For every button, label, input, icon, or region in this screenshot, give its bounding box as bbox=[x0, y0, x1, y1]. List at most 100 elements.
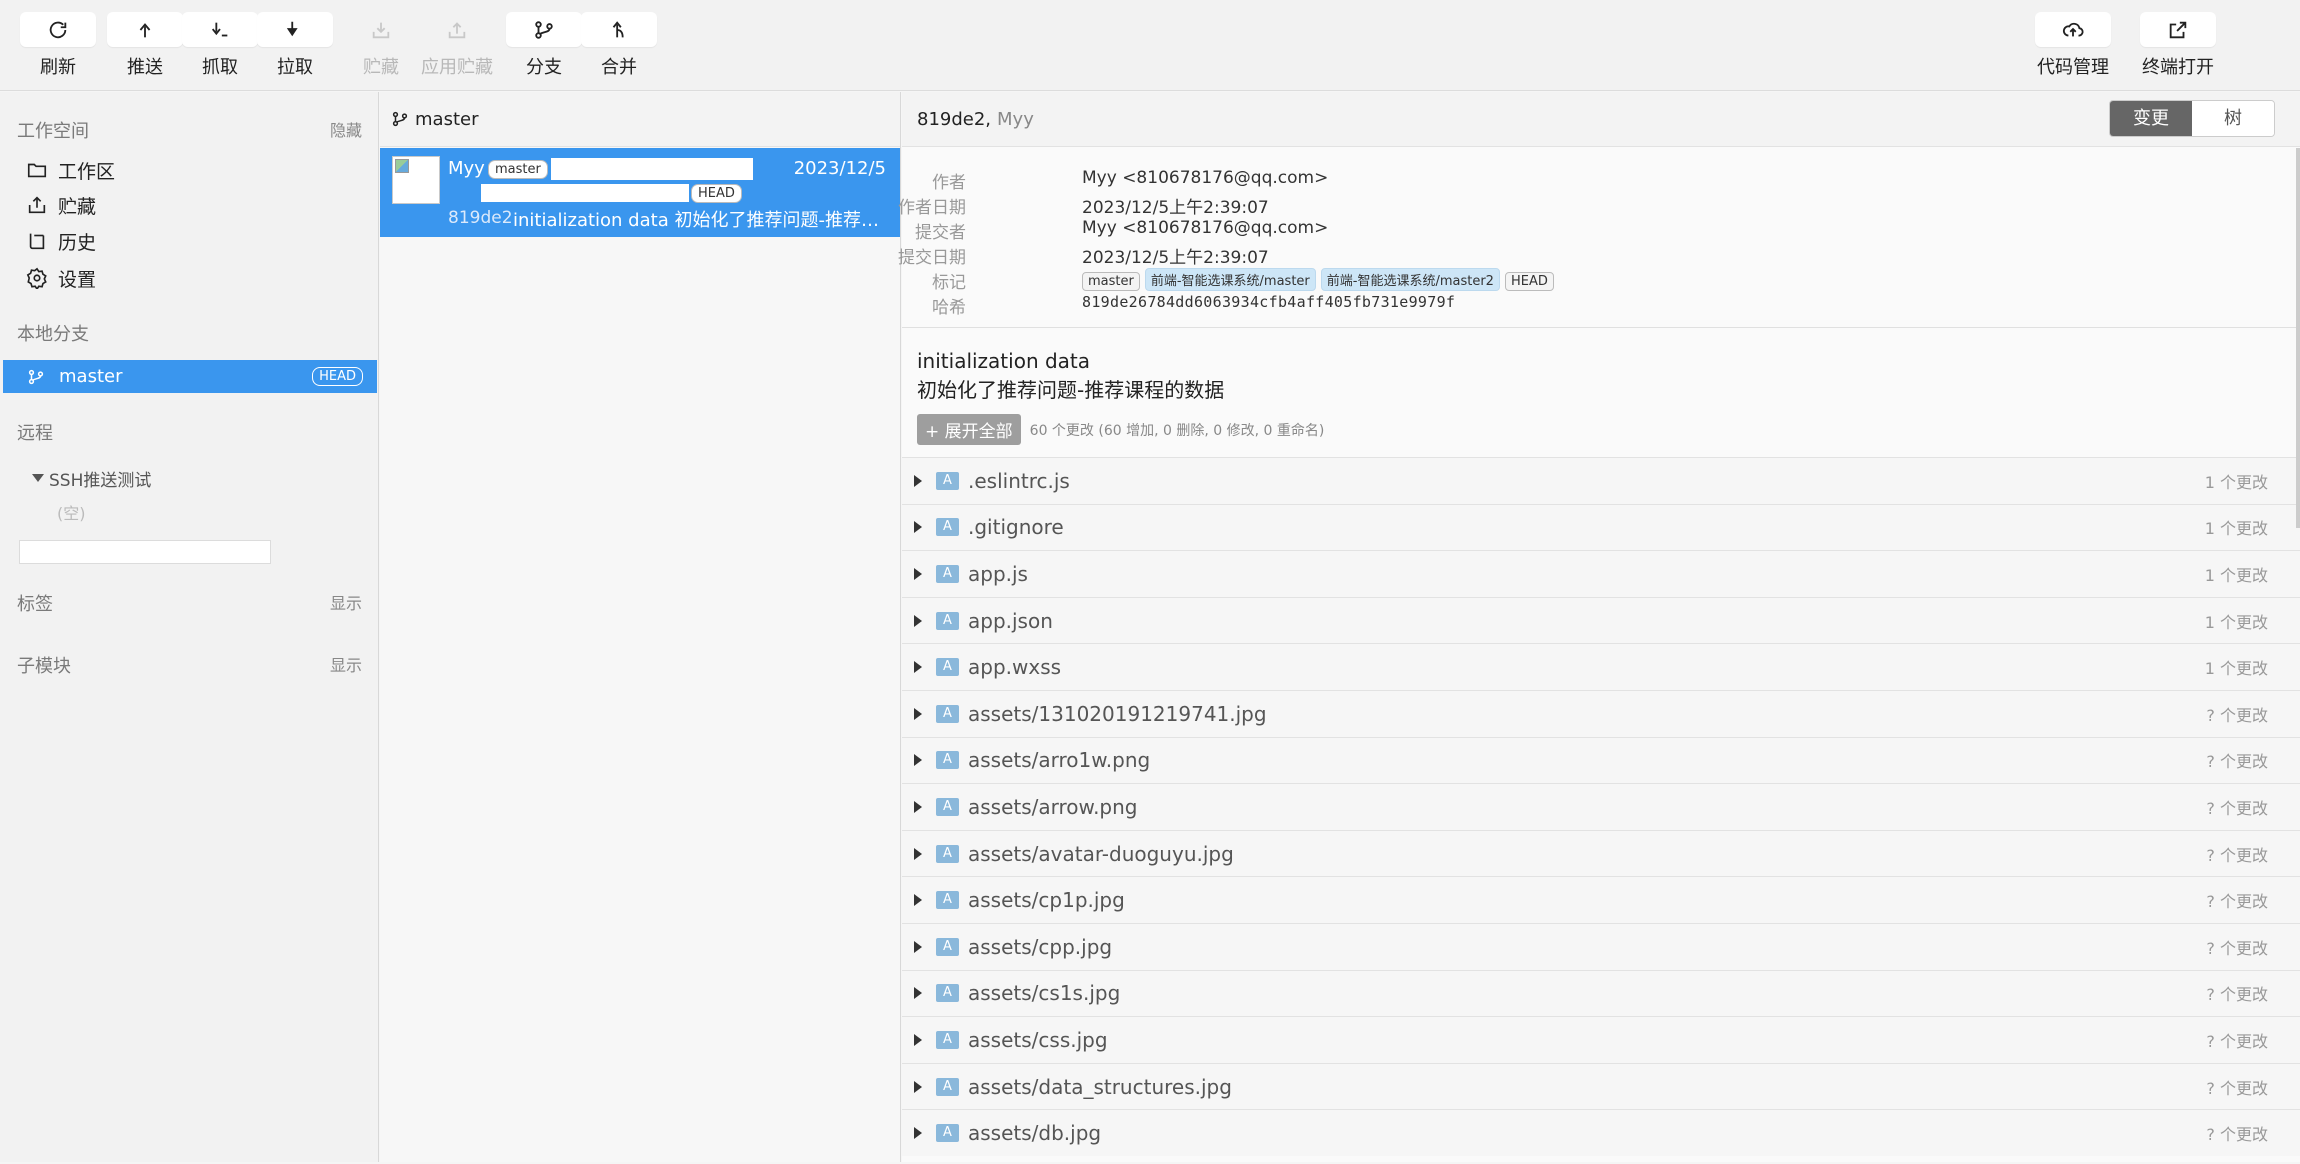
meta-author-row: 作者 Myy <810678176@qq.com> bbox=[932, 168, 1329, 193]
workspace-hide-link[interactable]: 隐藏 bbox=[330, 117, 362, 141]
push-icon bbox=[139, 23, 151, 38]
caret-right-icon[interactable] bbox=[914, 661, 922, 674]
change-summary: 60 个更改 (60 增加, 0 删除, 0 修改, 0 重命名) bbox=[1029, 422, 1325, 439]
file-row[interactable]: A .gitignore 1 个更改 bbox=[902, 503, 2300, 551]
file-row[interactable]: Aapp.json 1 个更改 bbox=[902, 596, 2300, 644]
caret-right-icon[interactable] bbox=[914, 614, 922, 627]
change-count: 1 个更改 bbox=[2204, 659, 2268, 679]
status-badge: A bbox=[936, 704, 959, 723]
caret-right-icon[interactable] bbox=[914, 987, 922, 1000]
file-row[interactable]: Aassets/data_structures.jpg ? 个更改 bbox=[902, 1062, 2300, 1110]
apply-stash-button[interactable]: 应用贮藏 bbox=[419, 12, 495, 78]
status-badge: A bbox=[936, 984, 959, 1003]
change-count: ? 个更改 bbox=[2206, 1078, 2268, 1098]
file-row[interactable]: A .eslintrc.js 1 个更改 bbox=[902, 457, 2300, 504]
file-row[interactable]: Aassets/arrow.png ? 个更改 bbox=[902, 783, 2300, 830]
file-row[interactable]: Aassets/arro1w.png ? 个更改 bbox=[902, 736, 2300, 784]
file-name: assets/cp1p.jpg bbox=[968, 888, 1125, 913]
caret-right-icon[interactable] bbox=[914, 940, 922, 953]
commit-row[interactable]: Myy master HEAD 2023/12/5 819de2 initial… bbox=[380, 148, 900, 237]
cloud-upload-icon bbox=[2062, 22, 2084, 37]
file-row[interactable]: Aassets/db.jpg ? 个更改 bbox=[902, 1109, 2300, 1156]
tab-changes[interactable]: 变更 bbox=[2110, 101, 2192, 136]
file-row[interactable]: Aapp.wxss 1 个更改 bbox=[902, 643, 2300, 690]
caret-right-icon[interactable] bbox=[914, 567, 922, 580]
branch-button[interactable]: 分支 bbox=[506, 12, 582, 78]
caret-right-icon[interactable] bbox=[914, 1033, 922, 1046]
file-name: .gitignore bbox=[968, 515, 1064, 540]
file-name: assets/db.jpg bbox=[968, 1121, 1102, 1146]
change-count: ? 个更改 bbox=[2206, 752, 2268, 772]
stash-button[interactable]: 贮藏 bbox=[343, 12, 419, 78]
status-badge: A bbox=[936, 471, 959, 490]
meta-refs-row: 标记 master 前端-智能选课系统/master 前端-智能选课系统/maste… bbox=[902, 268, 2300, 293]
sidebar-item-stash[interactable]: 贮藏 bbox=[26, 189, 96, 221]
caret-right-icon[interactable] bbox=[914, 1080, 922, 1093]
push-button[interactable]: 推送 bbox=[107, 12, 183, 78]
tab-tree[interactable]: 树 bbox=[2192, 101, 2274, 136]
terminal-open-button[interactable]: 终端打开 bbox=[2140, 12, 2216, 78]
sidebar-item-history[interactable]: 历史 bbox=[26, 225, 96, 257]
caret-right-icon[interactable] bbox=[914, 754, 922, 767]
file-list: A .eslintrc.js 1 个更改 A .gitignore 1 个更改 Aapp.j… bbox=[902, 457, 2300, 1156]
file-row[interactable]: Aapp.js 1 个更改 bbox=[902, 550, 2300, 597]
caret-right-icon[interactable] bbox=[914, 847, 922, 860]
stash-icon bbox=[372, 22, 390, 39]
pull-button[interactable]: 拉取 bbox=[257, 12, 333, 78]
status-badge: A bbox=[936, 658, 959, 677]
caret-right-icon[interactable] bbox=[914, 1127, 922, 1140]
change-count: ? 个更改 bbox=[2206, 845, 2268, 865]
merge-button[interactable]: 合并 bbox=[581, 12, 657, 78]
caret-right-icon[interactable] bbox=[914, 894, 922, 907]
sidebar-item-settings[interactable]: 设置 bbox=[26, 262, 96, 294]
branch-item-master[interactable]: master HEAD bbox=[3, 360, 377, 393]
change-count: ? 个更改 bbox=[2206, 1031, 2268, 1051]
toolbar: 刷新 推送 抓取 拉取 贮藏 应用贮藏 分支 合并 代码管理 终端打开 bbox=[0, 0, 2300, 91]
caret-right-icon[interactable] bbox=[914, 800, 922, 813]
commit-list-branch: master bbox=[415, 108, 479, 130]
file-name: assets/arro1w.png bbox=[968, 748, 1151, 773]
fetch-button[interactable]: 抓取 bbox=[182, 12, 258, 78]
file-row[interactable]: Aassets/avatar-duoguyu.jpg ? 个更改 bbox=[902, 829, 2300, 877]
file-row[interactable]: Aassets/cp1p.jpg ? 个更改 bbox=[902, 876, 2300, 923]
change-count: 1 个更改 bbox=[2204, 612, 2268, 632]
file-name: assets/cs1s.jpg bbox=[968, 981, 1121, 1006]
expand-row: + 展开全部 60 个更改 (60 增加, 0 删除, 0 修改, 0 重命名) bbox=[917, 414, 1324, 445]
file-row[interactable]: Aassets/cpp.jpg ? 个更改 bbox=[902, 922, 2300, 970]
tags-section-title: 标签 bbox=[17, 594, 53, 615]
remote-input[interactable] bbox=[19, 540, 271, 564]
change-count: ? 个更改 bbox=[2206, 705, 2268, 725]
status-badge: A bbox=[936, 564, 959, 583]
change-count: ? 个更改 bbox=[2206, 798, 2268, 818]
sidebar: 工作空间 隐藏 工作区 贮藏 历史 设置 本地分支 master HEAD 远程… bbox=[0, 92, 379, 1162]
ref-tag: master bbox=[1082, 272, 1140, 291]
caret-right-icon[interactable] bbox=[914, 707, 922, 720]
folder-icon bbox=[27, 163, 47, 178]
file-row[interactable]: Aassets/css.jpg ? 个更改 bbox=[902, 1016, 2300, 1063]
commit-list-header: master bbox=[380, 92, 900, 147]
remote-item[interactable]: SSH推送测试 bbox=[32, 462, 151, 494]
status-badge: A bbox=[936, 1030, 959, 1049]
scrollbar[interactable] bbox=[2296, 148, 2300, 528]
commit-meta: 作者 Myy <810678176@qq.com> 作者日期 2023/12/5… bbox=[898, 148, 2300, 328]
file-row[interactable]: Aassets/cs1s.jpg ? 个更改 bbox=[902, 969, 2300, 1017]
change-count: ? 个更改 bbox=[2206, 938, 2268, 958]
expand-all-button[interactable]: + 展开全部 bbox=[917, 414, 1021, 445]
change-count: ? 个更改 bbox=[2206, 892, 2268, 912]
file-name: assets/avatar-duoguyu.jpg bbox=[968, 841, 1234, 866]
tags-show-link[interactable]: 显示 bbox=[330, 590, 362, 614]
sidebar-item-workspace[interactable]: 工作区 bbox=[26, 154, 115, 186]
stash-icon bbox=[28, 196, 46, 214]
submodules-show-link[interactable]: 显示 bbox=[330, 652, 362, 676]
commit-list-panel: master Myy master HEAD 2023/12/5 819de2 … bbox=[380, 92, 901, 1162]
caret-right-icon[interactable] bbox=[914, 474, 922, 487]
detail-hash: 819de2, bbox=[917, 108, 992, 130]
code-manage-button[interactable]: 代码管理 bbox=[2035, 12, 2111, 78]
detail-author: Myy bbox=[997, 108, 1034, 130]
status-badge: A bbox=[936, 1077, 959, 1096]
refresh-button[interactable]: 刷新 bbox=[20, 12, 96, 78]
file-row[interactable]: Aassets/131020191219741.jpg ? 个更改 bbox=[902, 689, 2300, 737]
caret-right-icon[interactable] bbox=[914, 521, 922, 534]
branch-icon bbox=[392, 111, 408, 127]
status-badge: A bbox=[936, 797, 959, 816]
